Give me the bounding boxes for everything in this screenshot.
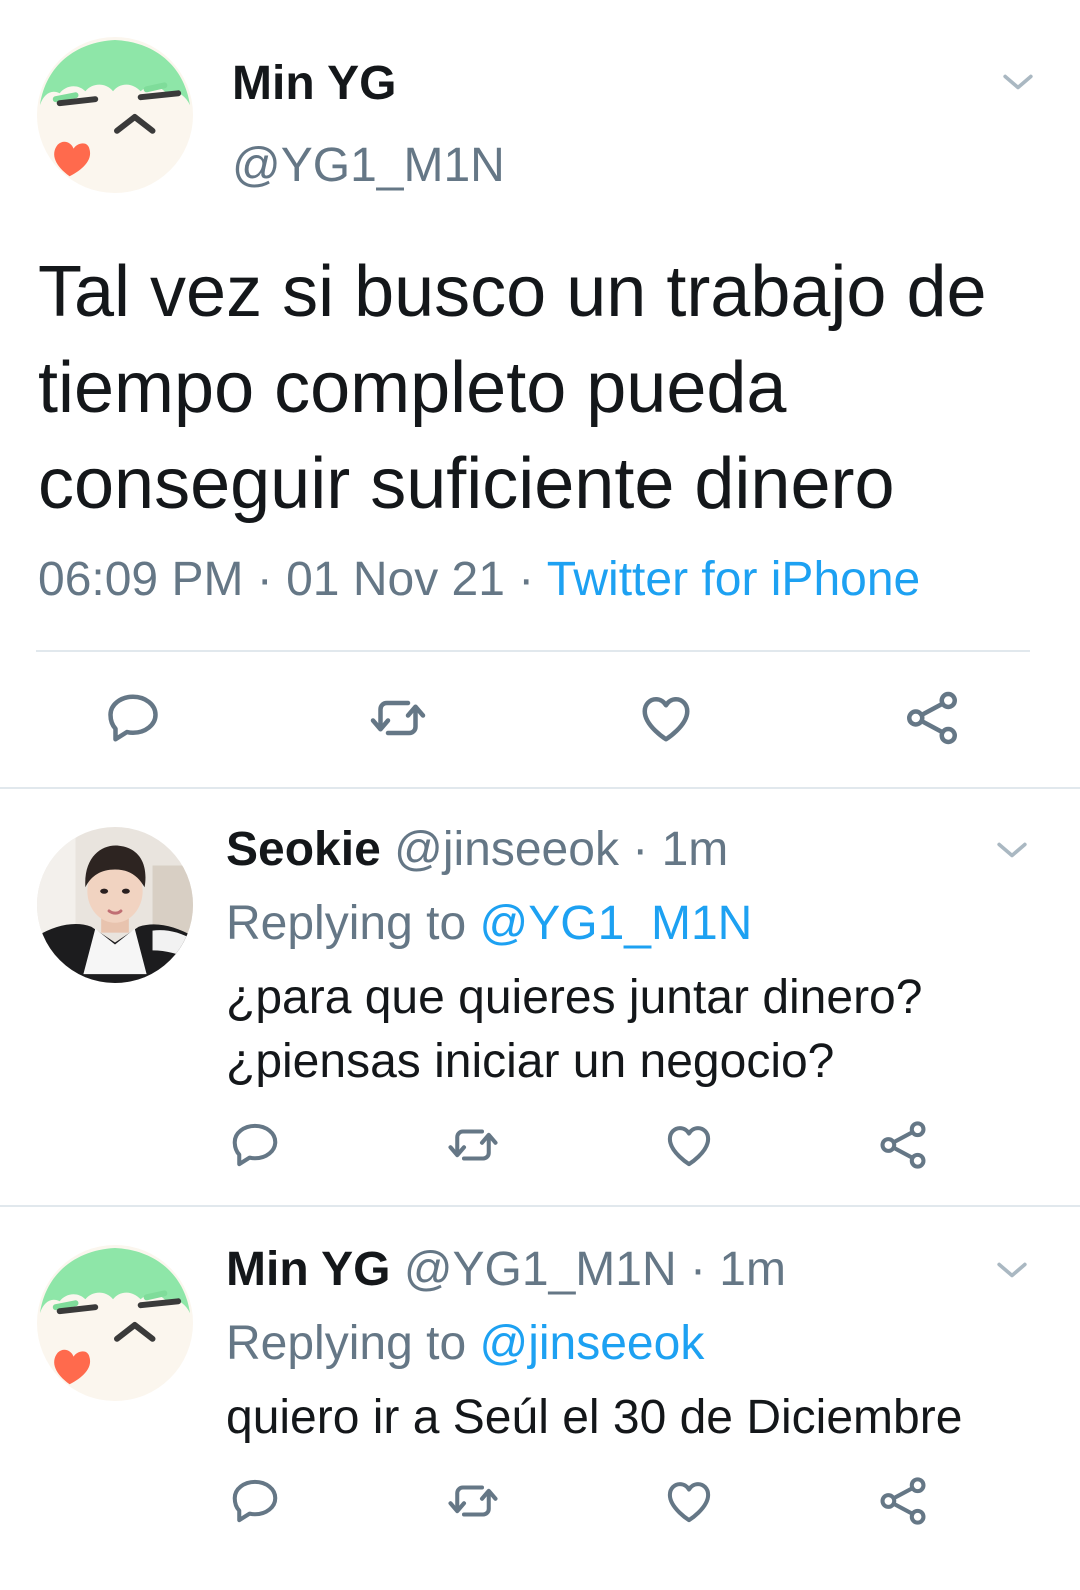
like-icon[interactable]	[662, 1118, 716, 1172]
like-icon[interactable]	[636, 688, 696, 748]
tweet-menu-chevron-down-icon[interactable]	[990, 828, 1034, 872]
avatar[interactable]	[36, 826, 194, 984]
user-handle[interactable]: @jinseeok	[394, 823, 619, 876]
like-icon[interactable]	[662, 1474, 716, 1528]
tweet-meta: 06:09 PM · 01 Nov 21 · Twitter for iPhon…	[38, 552, 920, 607]
meta-separator: ·	[618, 823, 662, 876]
reply-text: quiero ir a Seúl el 30 de Diciembre	[226, 1391, 963, 1444]
meta-separator: ·	[676, 1243, 720, 1296]
retweet-icon[interactable]	[446, 1118, 500, 1172]
divider	[0, 1205, 1080, 1207]
display-name[interactable]: Min YG	[226, 1243, 390, 1296]
share-icon[interactable]	[876, 1118, 930, 1172]
meta-separator: ·	[243, 553, 287, 606]
profile-photo-icon	[36, 826, 194, 984]
replying-to-handle-link[interactable]: @YG1_M1N	[479, 897, 752, 950]
reply-icon[interactable]	[228, 1118, 282, 1172]
retweet-icon[interactable]	[446, 1474, 500, 1528]
reply-text: ¿para que quieres juntar dinero? ¿piensa…	[226, 971, 923, 1088]
cartoon-face-icon	[36, 36, 194, 194]
reply-time: 1m	[661, 823, 729, 876]
tweet-source-link[interactable]: Twitter for iPhone	[547, 553, 921, 606]
replying-to-label: Replying to	[226, 1317, 480, 1370]
display-name[interactable]: Min YG	[232, 56, 396, 111]
avatar[interactable]	[36, 36, 194, 194]
reply-header: Min YG @YG1_M1N · 1m	[226, 1242, 786, 1297]
tweet-date: 01 Nov 21	[286, 553, 505, 606]
reply-icon[interactable]	[228, 1474, 282, 1528]
reply-icon[interactable]	[103, 688, 163, 748]
divider	[36, 650, 1030, 652]
avatar[interactable]	[36, 1244, 194, 1402]
retweet-icon[interactable]	[368, 688, 428, 748]
replying-to: Replying to @jinseeok	[226, 1316, 704, 1371]
user-handle[interactable]: @YG1_M1N	[232, 138, 505, 193]
tweet-menu-chevron-down-icon[interactable]	[990, 1248, 1034, 1292]
tweet-time: 06:09 PM	[38, 553, 244, 606]
user-handle[interactable]: @YG1_M1N	[404, 1243, 677, 1296]
share-icon[interactable]	[876, 1474, 930, 1528]
replying-to-label: Replying to	[226, 897, 480, 950]
cartoon-face-icon	[36, 1244, 194, 1402]
replying-to: Replying to @YG1_M1N	[226, 896, 752, 951]
replying-to-handle-link[interactable]: @jinseeok	[479, 1317, 704, 1370]
meta-separator: ·	[504, 553, 547, 606]
reply-header: Seokie @jinseeok · 1m	[226, 822, 728, 877]
tweet-text: Tal vez si busco un trabajo de tiempo co…	[38, 252, 987, 524]
tweet-menu-chevron-down-icon[interactable]	[996, 60, 1040, 104]
reply-time: 1m	[719, 1243, 786, 1296]
display-name[interactable]: Seokie	[226, 823, 381, 876]
share-icon[interactable]	[902, 688, 962, 748]
divider	[0, 787, 1080, 789]
